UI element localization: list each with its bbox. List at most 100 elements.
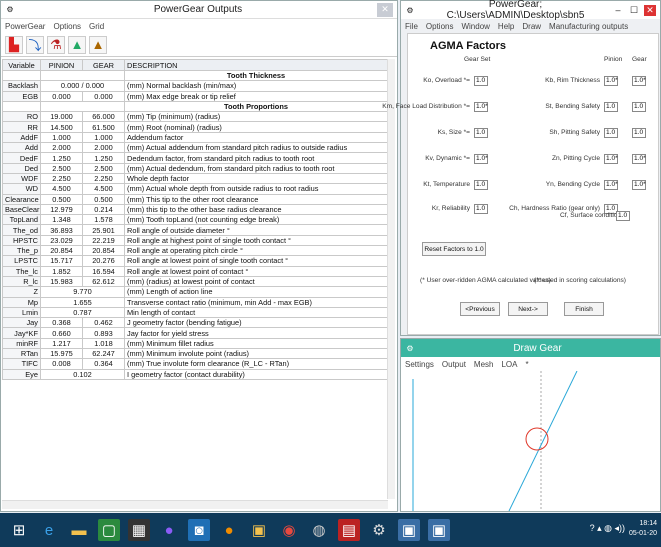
description-cell[interactable]: (mm) Tip (minimum) (radius): [124, 111, 388, 123]
pinion-cell[interactable]: 15.717: [40, 255, 83, 267]
description-cell[interactable]: J geometry factor (bending fatigue): [124, 317, 388, 329]
gear-cell[interactable]: 2.250: [82, 172, 125, 185]
menu-settings[interactable]: Settings: [405, 360, 434, 369]
export-icon[interactable]: ⤵: [26, 35, 44, 54]
description-cell[interactable]: (mm) Actual whole depth from outside rad…: [124, 183, 388, 195]
description-cell[interactable]: (mm) Minimum fillet radius: [124, 337, 388, 350]
description-cell[interactable]: Roll angle at lowest point of contact °: [124, 265, 388, 277]
description-cell[interactable]: (mm) True involute form clearance (R_LC …: [124, 358, 388, 370]
tooth-chart-icon[interactable]: ▲: [68, 35, 86, 54]
gear-cell[interactable]: 2.500: [82, 162, 125, 174]
pinion-cell[interactable]: 0.368: [40, 317, 83, 329]
pinion-cell[interactable]: 1.348: [40, 214, 83, 226]
description-cell[interactable]: (mm) Actual addendum from standard pitch…: [124, 142, 388, 154]
value-cell[interactable]: 1.655: [40, 296, 125, 308]
description-cell[interactable]: (mm) Normal backlash (min/max): [124, 80, 388, 92]
pinion-cell[interactable]: 2.500: [40, 162, 83, 174]
pinion-cell[interactable]: 1.217: [40, 337, 83, 350]
pinion-cell[interactable]: 0.000: [40, 90, 83, 102]
gear-cell[interactable]: 0.893: [82, 327, 125, 339]
gear-cell[interactable]: 62.612: [82, 275, 125, 288]
gear-cell[interactable]: 1.578: [82, 214, 125, 226]
app-purple-icon[interactable]: ●: [158, 519, 180, 541]
gear-cell[interactable]: 22.219: [82, 234, 125, 247]
variable-cell[interactable]: minRF: [2, 337, 41, 350]
variable-cell[interactable]: The_od: [2, 224, 41, 236]
value-cell[interactable]: 0.000 / 0.000: [40, 80, 125, 92]
gear-cell[interactable]: 0.364: [82, 358, 125, 370]
gear-cell[interactable]: 0.462: [82, 317, 125, 329]
gear-cell[interactable]: 62.247: [82, 348, 125, 360]
pinion-cell[interactable]: 4.500: [40, 183, 83, 195]
description-cell[interactable]: (mm) Max edge break or tip relief: [124, 90, 388, 102]
description-cell[interactable]: (mm) Length of action line: [124, 286, 388, 298]
vertical-scrollbar[interactable]: [387, 59, 395, 499]
app-gray-icon[interactable]: ◍: [308, 519, 330, 541]
description-cell[interactable]: (mm) this tip to the other base radius c…: [124, 203, 388, 216]
pinion-cell[interactable]: 1.000: [40, 131, 83, 144]
value-cell[interactable]: 0.787: [40, 306, 125, 319]
variable-cell[interactable]: Backlash: [2, 80, 41, 92]
col-variable[interactable]: Variable: [2, 59, 41, 71]
gear-cell[interactable]: 4.500: [82, 183, 125, 195]
variable-cell[interactable]: AddF: [2, 131, 41, 144]
variable-cell[interactable]: Jay: [2, 317, 41, 329]
description-cell[interactable]: Min length of contact: [124, 306, 388, 319]
finish-button[interactable]: Finish: [564, 302, 604, 316]
horizontal-scrollbar[interactable]: [2, 500, 388, 509]
menu-powergear[interactable]: PowerGear: [5, 22, 45, 31]
gear-input[interactable]: 1.0: [632, 102, 646, 112]
clock[interactable]: 18:14 05-01-20: [629, 519, 657, 539]
description-cell[interactable]: I geometry factor (contact durability): [124, 368, 388, 380]
variable-cell[interactable]: The_lc: [2, 265, 41, 277]
close-icon[interactable]: ✕: [644, 4, 656, 16]
description-cell[interactable]: Roll angle at operating pitch circle °: [124, 245, 388, 257]
description-cell[interactable]: Transverse contact ratio (minimum, min A…: [124, 296, 388, 308]
variable-cell[interactable]: RR: [2, 121, 41, 133]
variable-cell[interactable]: TIFC: [2, 358, 41, 370]
value-cell[interactable]: 9.770: [40, 286, 125, 298]
pinion-cell[interactable]: 0.008: [40, 358, 83, 370]
col-pinion[interactable]: PINION: [40, 59, 83, 71]
menu-mesh[interactable]: Mesh: [474, 360, 494, 369]
gear-cell[interactable]: 1.018: [82, 337, 125, 350]
gear-view-icon[interactable]: ▙: [5, 35, 23, 54]
variable-cell[interactable]: RO: [2, 111, 41, 123]
pinion-input[interactable]: 1.0*: [604, 76, 618, 86]
app-orange-icon[interactable]: ●: [218, 519, 240, 541]
variable-cell[interactable]: Jay*KF: [2, 327, 41, 339]
variable-cell[interactable]: HPSTC: [2, 234, 41, 247]
pinion-cell[interactable]: 14.500: [40, 121, 83, 133]
app-yellow-icon[interactable]: ▣: [248, 519, 270, 541]
pinion-cell[interactable]: 12.979: [40, 203, 83, 216]
pinion-cell[interactable]: 15.983: [40, 275, 83, 288]
value-cell[interactable]: 0.102: [40, 368, 125, 380]
next-button[interactable]: Next->: [508, 302, 548, 316]
app-window2-icon[interactable]: ▣: [428, 519, 450, 541]
draw-gear-titlebar[interactable]: ⚙ Draw Gear: [401, 339, 660, 357]
description-cell[interactable]: (mm) Tooth topLand (not counting edge br…: [124, 214, 388, 226]
menu-output[interactable]: Output: [442, 360, 466, 369]
variable-cell[interactable]: Z: [2, 286, 41, 298]
app-red-icon[interactable]: ▤: [338, 519, 360, 541]
pinion-cell[interactable]: 36.893: [40, 224, 83, 236]
gear-cell[interactable]: 16.594: [82, 265, 125, 277]
agma-titlebar[interactable]: ⚙ PowerGear; C:\Users\ADMIN\Desktop\sbn5…: [401, 0, 660, 21]
pinion-input[interactable]: 1.0: [604, 128, 618, 138]
gear-input[interactable]: 1.0*: [632, 76, 646, 86]
gear-drawing-canvas[interactable]: [401, 371, 660, 511]
menu-window[interactable]: Window: [461, 22, 489, 31]
pinion-cell[interactable]: 20.854: [40, 245, 83, 257]
pinion-input[interactable]: 1.0: [604, 102, 618, 112]
gear-input[interactable]: 1.0: [632, 128, 646, 138]
col-description[interactable]: DESCRIPTION: [124, 59, 388, 71]
app-blue-icon[interactable]: ◙: [188, 519, 210, 541]
gear-cell[interactable]: 1.250: [82, 152, 125, 164]
app-dark-icon[interactable]: ▦: [128, 519, 150, 541]
description-cell[interactable]: Addendum factor: [124, 131, 388, 144]
flask-icon[interactable]: ⚗: [47, 35, 65, 54]
tooth-alt-icon[interactable]: ▲: [89, 35, 107, 54]
pinion-cell[interactable]: 1.250: [40, 152, 83, 164]
menu-options[interactable]: Options: [426, 22, 454, 31]
variable-cell[interactable]: LPSTC: [2, 255, 41, 267]
